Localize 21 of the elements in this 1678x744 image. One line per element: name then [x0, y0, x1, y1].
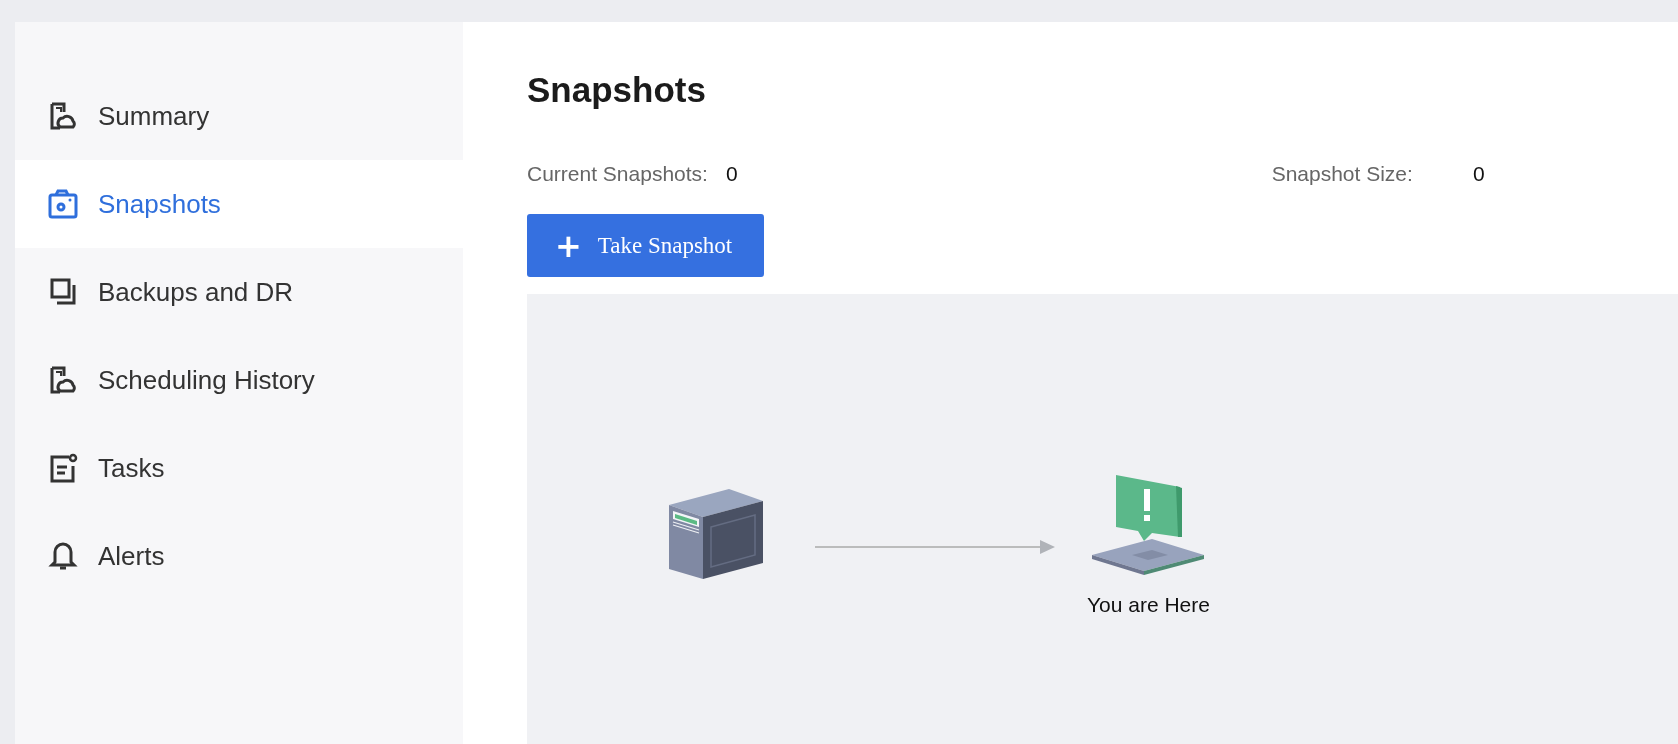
take-snapshot-button[interactable]: + Take Snapshot	[527, 214, 764, 277]
laptop-alert-icon	[1092, 475, 1205, 575]
page-title: Snapshots	[527, 70, 707, 110]
server-icon	[669, 489, 763, 579]
stat-value: 0	[1472, 162, 1485, 186]
sidebar-item[interactable]: Tasks	[15, 424, 463, 512]
sidebar-item[interactable]: Backups and DR	[15, 248, 463, 336]
report-cloud-icon	[48, 365, 78, 395]
sidebar-item[interactable]: Snapshots	[15, 160, 463, 248]
sidebar-item[interactable]: Alerts	[15, 512, 463, 600]
stat-label: Snapshot Size:	[1271, 162, 1413, 186]
copy-icon	[48, 277, 78, 307]
camera-icon	[48, 189, 78, 219]
stat-label: Current Snapshots:	[527, 162, 708, 186]
sidebar-item[interactable]: Scheduling History	[15, 336, 463, 424]
node-label: You are Here	[1087, 593, 1210, 617]
bell-icon	[48, 541, 78, 571]
task-icon	[48, 453, 78, 483]
report-cloud-icon	[48, 101, 78, 131]
stat-value: 0	[725, 162, 738, 186]
sidebar-item[interactable]: Summary	[15, 72, 463, 160]
